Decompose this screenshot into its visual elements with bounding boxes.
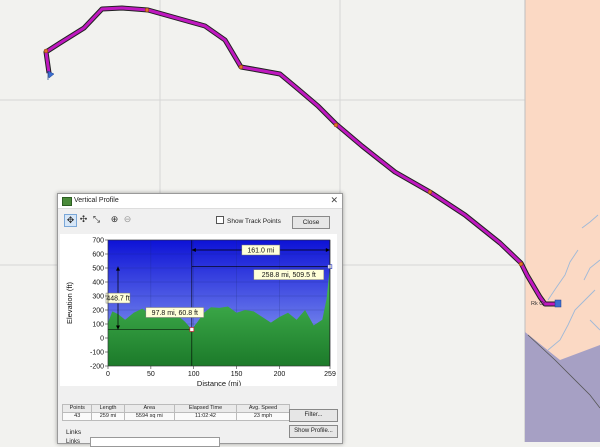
point-b-label: 258.8 mi, 509.5 ft: [262, 272, 316, 279]
checkbox-box[interactable]: [216, 216, 224, 224]
track-marker: [144, 7, 150, 13]
stat-header: Avg. Speed: [235, 404, 291, 413]
y-tick-label: 100: [92, 321, 104, 328]
y-tick-label: 700: [92, 237, 104, 244]
profile-app-icon: [62, 197, 72, 206]
dialog-title: Vertical Profile: [74, 197, 119, 204]
stat-value: 259 mi: [91, 412, 125, 421]
x-tick-label: 150: [231, 371, 243, 378]
elevation-label: 448.7 ft: [106, 295, 129, 302]
elevation-profile-chart[interactable]: 161.0 mi 448.7 ft 97.8 mi, 60.8 ft 258.8 mi…: [60, 234, 337, 386]
zoom-in-icon[interactable]: ⊕: [109, 214, 120, 225]
vertical-profile-dialog: Vertical Profile ✕ ✥ ✣ ⤡ ⊕ ⊖ Show Track …: [57, 193, 343, 447]
show-profile-button[interactable]: Show Profile...: [289, 425, 338, 438]
stat-header: Length: [91, 404, 125, 413]
links-input[interactable]: [90, 437, 220, 447]
y-tick-label: -200: [90, 363, 104, 370]
y-tick-label: 500: [92, 265, 104, 272]
stat-value: 43: [61, 412, 93, 421]
x-axis-label: Distance (mi): [197, 379, 242, 386]
track-marker: [518, 261, 524, 267]
links-heading: Links: [66, 429, 82, 436]
stat-header: Elapsed Time: [174, 404, 237, 413]
track-marker: [427, 189, 433, 195]
stat-value: 23 mph: [235, 412, 291, 421]
zoom-box-icon[interactable]: ⤡: [91, 214, 102, 225]
end-flag-icon[interactable]: [554, 299, 562, 308]
show-track-points-checkbox[interactable]: Show Track Points: [216, 216, 281, 226]
x-tick-label: 100: [188, 371, 200, 378]
y-tick-label: 0: [100, 335, 104, 342]
zoom-out-icon[interactable]: ⊖: [122, 214, 133, 225]
filter-button[interactable]: Filter...: [289, 409, 338, 422]
y-axis-label: Elevation (ft): [65, 281, 74, 324]
y-tick-label: 400: [92, 279, 104, 286]
close-icon[interactable]: ✕: [330, 194, 338, 207]
x-tick-label: 50: [147, 371, 155, 378]
y-tick-label: 600: [92, 251, 104, 258]
crosshair-select-icon[interactable]: ✥: [64, 214, 77, 227]
track-stats-table: Points Length Area Elapsed Time Avg. Spe…: [61, 404, 291, 421]
pan-icon[interactable]: ✣: [78, 214, 89, 225]
x-tick-label: 200: [274, 371, 286, 378]
track-marker: [333, 122, 339, 128]
y-tick-label: 300: [92, 293, 104, 300]
waypoint-label: Rk Cr: [531, 301, 545, 307]
track-marker: [43, 48, 49, 54]
links-sublabel: Links: [66, 439, 81, 445]
y-tick-label: 200: [92, 307, 104, 314]
stat-value: 5594 sq mi: [123, 412, 176, 421]
y-tick-label: -100: [90, 349, 104, 356]
close-button[interactable]: Close: [292, 216, 330, 229]
point-a-marker: [189, 327, 195, 332]
show-track-points-label: Show Track Points: [227, 218, 281, 225]
distance-label: 161.0 mi: [247, 247, 274, 254]
profile-plot-panel[interactable]: 161.0 mi 448.7 ft 97.8 mi, 60.8 ft 258.8 mi…: [60, 234, 337, 386]
x-tick-label: 259: [324, 371, 336, 378]
dialog-titlebar[interactable]: Vertical Profile ✕: [58, 194, 342, 209]
point-a-label: 97.8 mi, 60.8 ft: [152, 310, 198, 317]
stat-header: Area: [123, 404, 176, 413]
track-marker: [238, 64, 244, 70]
x-tick-label: 0: [106, 371, 110, 378]
stat-value: 11:02:42: [174, 412, 237, 421]
stat-header: Points: [61, 404, 93, 413]
